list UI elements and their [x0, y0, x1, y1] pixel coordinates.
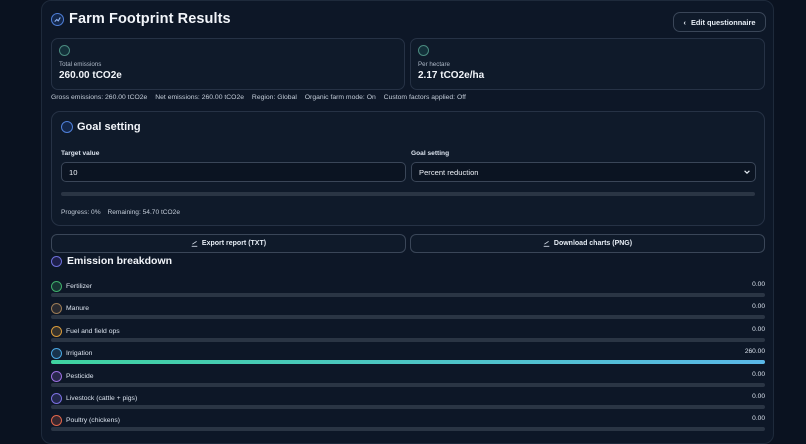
page-title: Farm Footprint Results — [69, 11, 231, 27]
fuel-icon — [51, 325, 62, 337]
breakdown-bar — [51, 315, 765, 320]
breakdown-bar — [51, 293, 765, 297]
spray-icon — [51, 370, 62, 382]
export-report-label: Export report (TXT) — [201, 240, 267, 247]
breakdown-row: Irrigation 260.00 — [51, 348, 765, 368]
goal-mode-value: Percent reduction — [419, 167, 479, 177]
per-hectare-label: Per hectare — [418, 61, 450, 68]
breakdown-value: 0.00 — [752, 325, 765, 333]
custom-factors-text: Custom factors applied: Off — [383, 94, 466, 101]
cow-icon — [51, 393, 62, 404]
target-icon — [61, 121, 73, 133]
breakdown-label: Poultry (chickens) — [66, 417, 121, 425]
breakdown-label: Livestock (cattle + pigs) — [66, 395, 138, 402]
net-emissions-text: Net emissions: 260.00 tCO2e — [155, 94, 245, 101]
download-charts-label: Download charts (PNG) — [553, 240, 633, 247]
target-value-label: Target value — [61, 150, 100, 157]
per-hectare-card: Per hectare 2.17 tCO2e/ha — [410, 38, 765, 90]
leaf-icon — [59, 45, 70, 56]
breakdown-label: Fuel and field ops — [66, 327, 120, 335]
breakdown-value: 0.00 — [752, 370, 765, 378]
breakdown-value: 0.00 — [752, 393, 765, 400]
target-value-text: 10 — [69, 167, 78, 177]
goal-header: Goal setting — [61, 121, 141, 133]
goal-setting-panel: Goal setting Target value 10 Goal settin… — [51, 111, 765, 226]
breakdown-value: 0.00 — [752, 281, 765, 288]
edit-questionnaire-button[interactable]: ‹ Edit questionnaire — [673, 12, 766, 32]
chart-icon — [51, 12, 64, 26]
breakdown-label: Pesticide — [66, 372, 94, 380]
chevron-left-icon: ‹ — [683, 17, 686, 27]
water-drop-icon — [51, 348, 62, 360]
goal-progress-text: Progress: 0% Remaining: 54.70 tCO2e — [61, 209, 185, 216]
breakdown-label: Manure — [66, 305, 90, 313]
breakdown-bar — [51, 337, 765, 342]
download-charts-button[interactable]: Download charts (PNG) — [410, 234, 765, 253]
breakdown-title: Emission breakdown — [67, 255, 173, 267]
edit-questionnaire-label: Edit questionnaire — [690, 17, 756, 27]
breakdown-bar — [51, 427, 765, 432]
breakdown-label: Irrigation — [66, 350, 93, 358]
total-emissions-card: Total emissions 260.00 tCO2e — [51, 38, 405, 90]
goal-mode-select[interactable]: Percent reduction — [411, 162, 756, 182]
total-emissions-label: Total emissions — [59, 61, 102, 68]
breakdown-row: Fertilizer 0.00 — [51, 281, 765, 301]
organic-mode-text: Organic farm mode: On — [304, 94, 376, 101]
download-icon — [543, 241, 550, 247]
breakdown-value: 0.00 — [752, 303, 765, 311]
export-report-button[interactable]: Export report (TXT) — [51, 234, 406, 253]
breakdown-value: 0.00 — [752, 415, 765, 423]
breakdown-value: 260.00 — [744, 348, 765, 356]
goal-mode-label: Goal setting — [411, 150, 450, 157]
bar-chart-icon — [51, 255, 62, 267]
remaining-text: Remaining: 54.70 tCO2e — [107, 209, 181, 216]
breakdown-bar-fill — [51, 360, 765, 365]
breakdown-bar — [51, 360, 765, 365]
breakdown-label: Fertilizer — [66, 283, 93, 290]
breakdown-bar — [51, 382, 765, 387]
gross-emissions-text: Gross emissions: 260.00 tCO2e — [51, 94, 148, 101]
breakdown-bar — [51, 405, 765, 409]
breakdown-row: Pesticide 0.00 — [51, 370, 765, 391]
total-emissions-value: 260.00 tCO2e — [59, 70, 122, 81]
breakdown-row: Poultry (chickens) 0.00 — [51, 415, 765, 435]
chevron-down-icon — [744, 170, 750, 175]
summary-meta: Gross emissions: 260.00 tCO2e Net emissi… — [51, 94, 472, 101]
page-header: Farm Footprint Results — [51, 11, 231, 27]
progress-percent: Progress: 0% — [61, 209, 101, 216]
manure-icon — [51, 303, 62, 315]
region-text: Region: Global — [251, 94, 297, 101]
leaf-icon — [51, 281, 62, 292]
breakdown-header: Emission breakdown — [51, 255, 172, 267]
export-icon — [191, 241, 198, 247]
goal-title: Goal setting — [77, 121, 141, 133]
per-hectare-value: 2.17 tCO2e/ha — [418, 70, 485, 81]
chicken-icon — [51, 415, 62, 427]
target-value-input[interactable]: 10 — [61, 162, 406, 182]
breakdown-row: Fuel and field ops 0.00 — [51, 325, 765, 346]
area-icon — [418, 45, 429, 56]
breakdown-row: Livestock (cattle + pigs) 0.00 — [51, 393, 765, 413]
breakdown-row: Manure 0.00 — [51, 303, 765, 323]
goal-progress-bar — [61, 192, 755, 196]
